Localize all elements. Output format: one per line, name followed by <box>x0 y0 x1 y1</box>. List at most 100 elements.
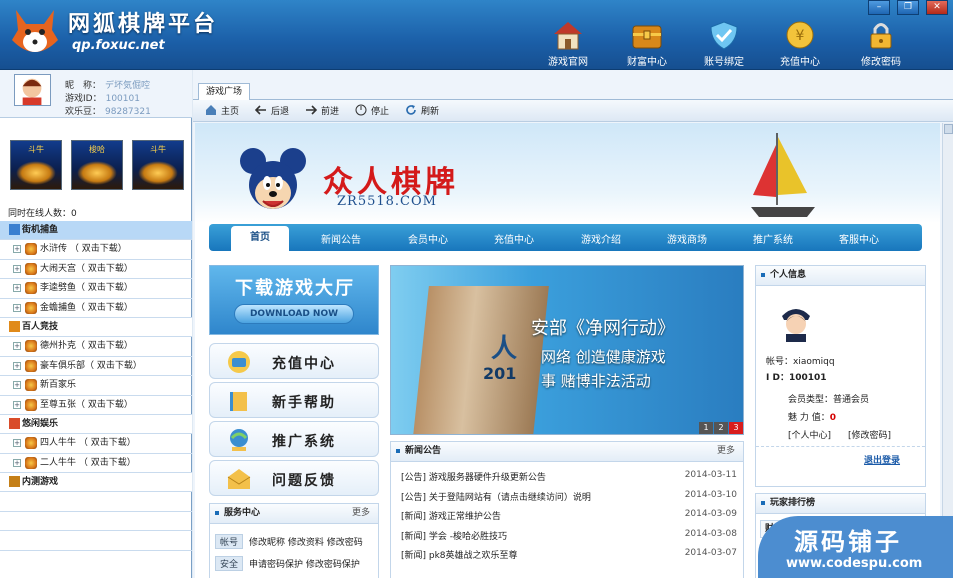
site-nav-item[interactable]: 充值中心 <box>494 231 534 246</box>
site-nav-item[interactable]: 首页 <box>231 226 289 251</box>
more-link[interactable]: 更多 <box>352 504 370 523</box>
expand-icon[interactable]: + <box>13 284 21 293</box>
tree-game-item[interactable]: + 豪车俱乐部（ 双击下载） <box>0 357 192 377</box>
tree-label: 二人牛牛 （ 双击下载） <box>40 457 136 468</box>
slide-dot-3[interactable]: 3 <box>729 422 743 434</box>
service-links-security[interactable]: 申请密码保护 修改密码保护 <box>249 560 360 570</box>
service-links-account[interactable]: 修改昵称 修改资料 修改密码 <box>249 538 363 548</box>
site-banner: 众人棋牌 ZR5518.COM <box>195 123 940 223</box>
site-nav-item[interactable]: 游戏介绍 <box>581 231 621 246</box>
mickey-mascot-icon <box>240 148 306 209</box>
refresh-button[interactable]: 刷新 <box>405 104 439 117</box>
expand-icon[interactable]: + <box>13 361 21 370</box>
expand-icon[interactable]: + <box>13 400 21 409</box>
news-item[interactable]: [新闻] pk8英雄战之欢乐至尊 2014-03-07 <box>401 548 737 561</box>
gameid-row: 游戏ID： 100101 <box>65 91 140 104</box>
slide-dot-1[interactable]: 1 <box>699 422 713 434</box>
site-nav-item[interactable]: 推广系统 <box>753 231 793 246</box>
game-icon <box>25 243 37 256</box>
download-now-button[interactable]: DOWNLOAD NOW <box>234 304 354 324</box>
tree-game-item[interactable]: + 二人牛牛 （ 双击下载） <box>0 454 192 474</box>
tree-game-item[interactable]: + 金蟾捕鱼（ 双击下载） <box>0 299 192 318</box>
tree-label: 大闹天宫（ 双击下载） <box>40 263 133 274</box>
news-item[interactable]: [公告] 关于登陆网站有（请点击继续访问）说明 2014-03-10 <box>401 490 737 503</box>
game-thumb-suoha[interactable]: 梭哈 <box>71 140 123 190</box>
news-date: 2014-03-09 <box>684 509 737 519</box>
toolbar-bind-account-button[interactable]: 账号绑定 <box>689 20 759 68</box>
game-icon <box>25 282 37 295</box>
forward-button[interactable]: 前进 <box>305 104 339 117</box>
side-link-help[interactable]: 新手帮助 <box>209 382 379 418</box>
nickname-row: 昵 称： デ坏気倔啌 <box>65 78 150 91</box>
site-nav-item[interactable]: 新闻公告 <box>321 231 361 246</box>
beans-row: 欢乐豆： 98287321 <box>65 104 151 117</box>
more-link[interactable]: 更多 <box>717 442 735 461</box>
game-thumb-douniu-2[interactable]: 斗牛 <box>132 140 184 190</box>
tree-category[interactable]: 内测游戏 <box>0 473 192 493</box>
news-item[interactable]: [公告] 游戏服务器硬件升级更新公告 2014-03-11 <box>401 470 737 483</box>
toolbar-recharge-button[interactable]: ¥ 充值中心 <box>765 20 835 68</box>
news-item[interactable]: [新闻] 游戏正常维护公告 2014-03-09 <box>401 509 737 522</box>
avatar[interactable] <box>14 74 51 106</box>
home-button[interactable]: 主页 <box>205 104 239 117</box>
tree-game-item[interactable]: + 大闹天宫（ 双击下载） <box>0 260 192 280</box>
tree-category[interactable]: 街机捕鱼 <box>0 221 192 241</box>
scrollbar[interactable] <box>942 123 953 578</box>
close-icon[interactable]: ✕ <box>926 0 948 15</box>
scroll-up-arrow[interactable] <box>944 124 953 134</box>
web-content: 众人棋牌 ZR5518.COM 首页 新闻公告 会员中心 充值中心 游戏介绍 游戏商场 推广… <box>195 123 940 578</box>
site-nav-item[interactable]: 会员中心 <box>408 231 448 246</box>
game-icon <box>25 262 37 275</box>
news-date: 2014-03-07 <box>684 548 737 558</box>
game-icon <box>25 456 37 469</box>
side-link-feedback[interactable]: 问题反馈 <box>209 460 379 496</box>
expand-icon[interactable]: + <box>13 264 21 273</box>
tree-game-item[interactable]: + 新百家乐 <box>0 376 192 396</box>
toolbar-official-site-button[interactable]: 游戏官网 <box>533 20 603 68</box>
lock-icon <box>870 23 892 49</box>
envelope-icon <box>227 469 251 489</box>
download-lobby-box[interactable]: 下载游戏大厅 DOWNLOAD NOW <box>209 265 379 335</box>
tree-game-item[interactable]: + 李逵劈鱼（ 双击下载） <box>0 279 192 299</box>
news-title: [新闻] pk8英雄战之欢乐至尊 <box>401 551 518 561</box>
restore-icon[interactable]: ❐ <box>897 0 919 15</box>
game-icon <box>25 340 37 353</box>
site-nav-item[interactable]: 客服中心 <box>839 231 879 246</box>
toolbar-label: 充值中心 <box>780 57 820 68</box>
tree-category[interactable]: 百人竞技 <box>0 317 192 338</box>
toolbar-change-password-button[interactable]: 修改密码 <box>846 20 916 68</box>
minimize-icon[interactable]: – <box>868 0 890 15</box>
profile-center-link[interactable]: [个人中心] <box>788 428 831 441</box>
side-link-promotion[interactable]: 推广系统 <box>209 421 379 457</box>
slide-dot-2[interactable]: 2 <box>714 422 728 434</box>
site-nav-item[interactable]: 游戏商场 <box>667 231 707 246</box>
back-button[interactable]: 后退 <box>255 104 289 117</box>
tree-category[interactable]: 悠闲娱乐 <box>0 414 192 435</box>
tree-game-item[interactable]: + 至尊五张（ 双击下载） <box>0 396 192 415</box>
expand-icon[interactable]: + <box>13 342 21 351</box>
game-thumb-douniu[interactable]: 斗牛 <box>10 140 62 190</box>
toolbar-wealth-button[interactable]: 财富中心 <box>612 20 682 68</box>
news-item[interactable]: [新闻] 学会 -梭哈必胜技巧 2014-03-08 <box>401 529 737 542</box>
expand-icon[interactable]: + <box>13 245 21 254</box>
toolbar-label: 游戏官网 <box>548 57 588 68</box>
side-link-recharge[interactable]: 充值中心 <box>209 343 379 379</box>
stop-button[interactable]: 停止 <box>355 104 389 117</box>
profile-password-link[interactable]: [修改密码] <box>848 428 891 441</box>
expand-icon[interactable]: + <box>13 381 21 390</box>
svg-text:¥: ¥ <box>796 28 805 44</box>
wallet-icon <box>228 351 250 373</box>
logout-link[interactable]: 退出登录 <box>864 453 900 466</box>
expand-icon[interactable]: + <box>13 303 21 312</box>
tree-game-item[interactable]: + 德州扑克（ 双击下载） <box>0 337 192 357</box>
toolbar-label: 财富中心 <box>627 57 667 68</box>
news-date: 2014-03-08 <box>684 528 737 539</box>
gameid-label: 游戏ID： <box>65 94 102 104</box>
tree-game-item[interactable]: + 四人牛牛 （ 双击下载） <box>0 434 192 454</box>
promo-slideshow[interactable]: 人 安部《净网行动》 网络 创造健康游戏 201 事 赌博非法活动 123 <box>390 265 744 435</box>
expand-icon[interactable]: + <box>13 458 21 467</box>
tree-game-item[interactable]: + 水浒传 （ 双击下载） <box>0 240 192 260</box>
expand-icon[interactable]: + <box>13 439 21 448</box>
arrow-right-icon <box>306 105 317 115</box>
tab-game-plaza[interactable]: 游戏广场 <box>198 83 250 101</box>
